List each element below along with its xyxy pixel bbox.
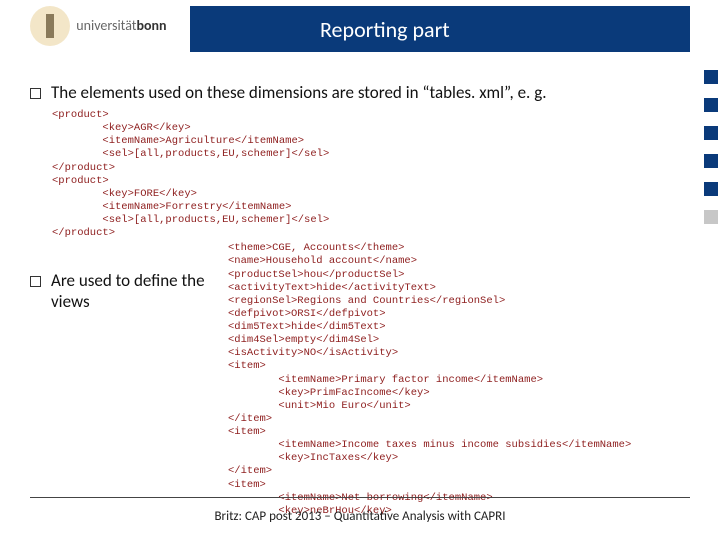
logo-building-icon xyxy=(30,6,70,46)
logo-text: universitätbonn xyxy=(76,19,166,33)
footer-divider xyxy=(30,497,690,498)
footer-text: Britz: CAP post 2013 – Quantitative Anal… xyxy=(0,509,720,524)
bullet-square-icon xyxy=(30,276,41,287)
bullet-square-icon xyxy=(30,88,41,99)
bullet-1: The elements used on these dimensions ar… xyxy=(30,82,690,103)
slide-title: Reporting part xyxy=(320,16,450,43)
university-logo: universitätbonn xyxy=(30,6,167,46)
slide-content: The elements used on these dimensions ar… xyxy=(30,82,690,518)
bullet-2: Are used to define the views xyxy=(30,270,220,312)
xml-code-block-2: <theme>CGE, Accounts</theme> <name>House… xyxy=(228,242,631,518)
bullet-1-text: The elements used on these dimensions ar… xyxy=(51,82,546,103)
xml-code-block-1: <product> <key>AGR</key> <itemName>Agric… xyxy=(52,109,690,240)
slide-title-bar: Reporting part xyxy=(190,6,690,52)
bullet-2-text: Are used to define the views xyxy=(51,270,220,312)
decorative-squares xyxy=(704,70,718,238)
